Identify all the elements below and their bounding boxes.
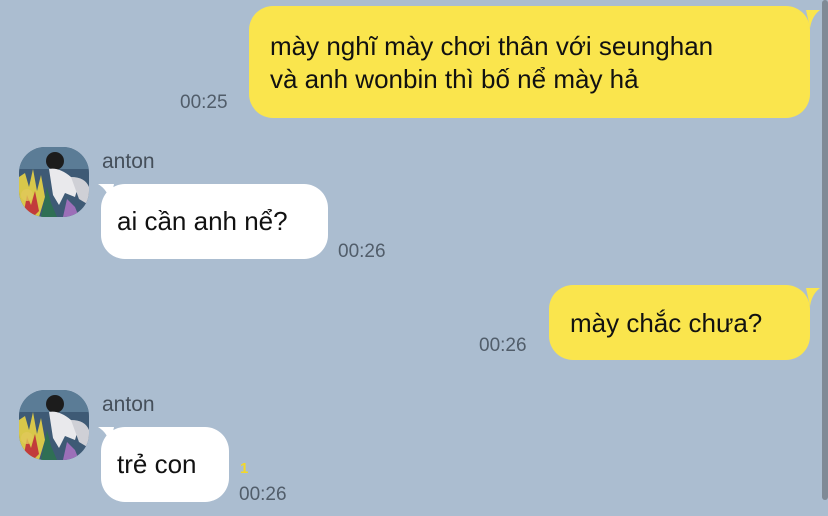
- sender-name: anton: [102, 150, 155, 173]
- chat-area: mày nghĩ mày chơi thân với seunghan và a…: [0, 0, 828, 516]
- sender-name: anton: [102, 393, 155, 416]
- incoming-message-bubble[interactable]: ai cần anh nể?: [101, 184, 328, 259]
- message-line: mày nghĩ mày chơi thân với seunghan: [270, 31, 714, 61]
- outgoing-message-bubble[interactable]: mày chắc chưa?: [549, 285, 810, 360]
- message-line: mày chắc chưa?: [570, 308, 763, 338]
- message-timestamp: 00:26: [239, 484, 287, 505]
- message-line: và anh wonbin thì bố nể mày hả: [270, 64, 639, 94]
- avatar[interactable]: [19, 147, 89, 217]
- unread-count: 1: [240, 460, 249, 477]
- message-line: ai cần anh nể?: [117, 206, 288, 236]
- incoming-message-bubble[interactable]: trẻ con: [101, 427, 229, 502]
- message-line: trẻ con: [117, 449, 197, 479]
- outgoing-message-bubble[interactable]: mày nghĩ mày chơi thân với seunghan và a…: [249, 6, 810, 118]
- message-timestamp: 00:26: [479, 335, 527, 356]
- scrollbar[interactable]: [822, 0, 828, 500]
- avatar[interactable]: [19, 390, 89, 460]
- message-timestamp: 00:25: [180, 92, 228, 113]
- message-timestamp: 00:26: [338, 241, 386, 262]
